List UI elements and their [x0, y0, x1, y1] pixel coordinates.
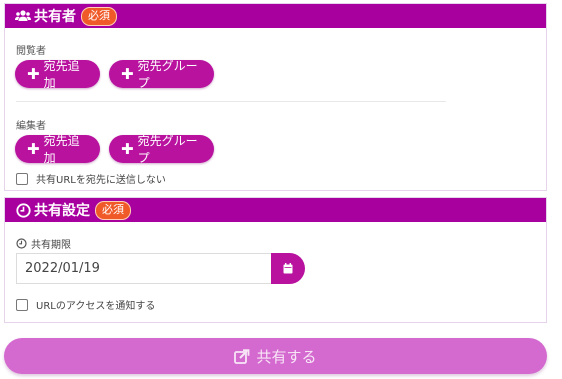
expiry-label-row: 共有期限: [16, 236, 71, 251]
settings-panel: 共有設定 必須 共有期限 2022/01/19 URLのアクセスを通知する: [4, 197, 547, 323]
calendar-icon: [283, 263, 293, 274]
plus-icon: ✚: [27, 64, 40, 83]
share-submit-label: 共有する: [256, 347, 317, 366]
plus-icon: ✚: [121, 139, 134, 158]
viewers-recipient-group-label: 宛先グループ: [137, 59, 198, 90]
editors-label: 編集者: [16, 121, 46, 132]
share-panel: 共有者 必須 閲覧者 ✚ 宛先追加 ✚ 宛先グループ 編集者 ✚ 宛先追加 ✚ …: [4, 3, 547, 191]
share-panel-title: 共有者: [34, 9, 76, 25]
users-icon: [15, 8, 31, 24]
required-badge: 必須: [81, 6, 117, 26]
editors-recipient-group-label: 宛先グループ: [137, 134, 198, 165]
settings-panel-title: 共有設定: [34, 203, 90, 219]
share-submit-button[interactable]: 共有する: [4, 338, 547, 374]
share-panel-header: 共有者 必須: [5, 4, 546, 28]
plus-icon: ✚: [121, 64, 134, 83]
required-badge: 必須: [95, 200, 131, 220]
expiry-date-input[interactable]: 2022/01/19: [16, 253, 272, 284]
clock-icon: [16, 238, 27, 249]
notify-access-label: URLのアクセスを通知する: [36, 301, 156, 312]
expiry-label: 共有期限: [31, 240, 71, 251]
editors-add-recipient-button[interactable]: ✚ 宛先追加: [15, 134, 100, 165]
section-divider: [16, 101, 446, 102]
no-send-url-label: 共有URLを宛先に送信しない: [36, 175, 166, 186]
editors-add-recipient-label: 宛先追加: [43, 134, 80, 165]
no-send-url-row[interactable]: 共有URLを宛先に送信しない: [16, 171, 166, 186]
viewers-label: 閲覧者: [16, 46, 46, 57]
viewers-add-recipient-label: 宛先追加: [43, 59, 80, 90]
notify-access-row[interactable]: URLのアクセスを通知する: [16, 297, 155, 312]
share-icon: [234, 348, 250, 364]
editors-recipient-group-button[interactable]: ✚ 宛先グループ: [109, 134, 214, 165]
viewers-recipient-group-button[interactable]: ✚ 宛先グループ: [109, 59, 214, 90]
no-send-url-checkbox[interactable]: [16, 172, 28, 185]
calendar-button[interactable]: [271, 253, 305, 284]
settings-panel-header: 共有設定 必須: [5, 198, 546, 222]
clock-icon: [15, 202, 31, 218]
notify-access-checkbox[interactable]: [16, 298, 28, 311]
viewers-add-recipient-button[interactable]: ✚ 宛先追加: [15, 59, 100, 90]
plus-icon: ✚: [27, 139, 40, 158]
